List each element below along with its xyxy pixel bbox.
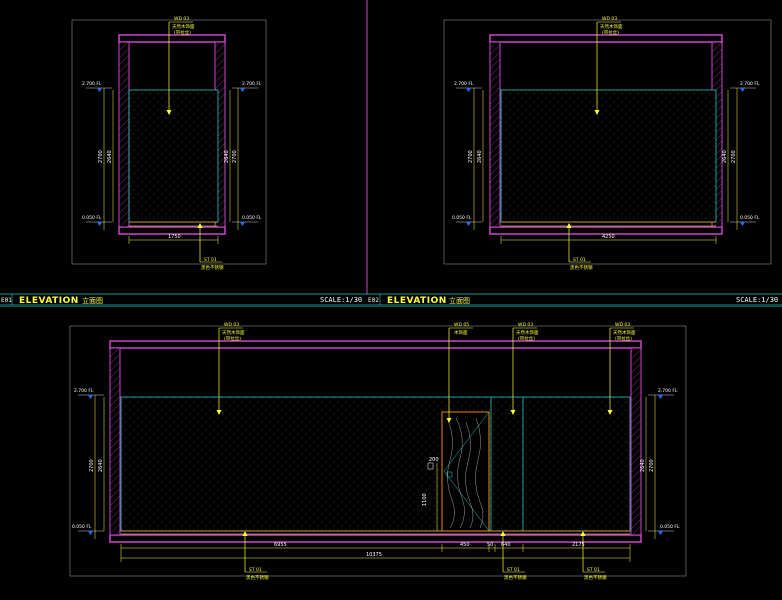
dim-1-width: 1750 [168, 234, 181, 240]
level-1-top-left: 2.700 FL [82, 81, 102, 87]
elevation-3: WD 03 天然木饰面 (带拉丝) WD 05 木饰面 WD 03 天然木饰面 … [69, 322, 687, 581]
tag-text-1-floor: 黑色不锈钢 [201, 264, 224, 271]
floor-band-3 [109, 534, 642, 543]
title-cn-e02: 立面图 [449, 296, 470, 305]
level-3-bottom-right: 0.050 FL [660, 524, 680, 530]
dim-3-total: 10375 [366, 552, 382, 558]
cad-elevation-drawing: E01 ELEVATION 立面图 SCALE:1/30 E02 ELEVATI… [0, 0, 782, 581]
tag-code-3-3: WD 03 [518, 322, 533, 328]
tag-text-3-floor-3: 黑色不锈钢 [584, 574, 607, 581]
dim-1-outer-left: 2700 [98, 150, 104, 163]
tag-text-2-floor: 黑色不锈钢 [570, 264, 593, 271]
dim-3-inner-right: 2640 [640, 459, 646, 472]
ceiling-band-3 [109, 340, 642, 349]
level-3-top-right: 2.700 FL [658, 388, 678, 394]
level-1-bottom-right: 0.050 FL [242, 215, 262, 221]
dim-3-seg-4: 640 [501, 542, 511, 548]
tag-code-1-floor: ST 01 [204, 257, 217, 263]
wall-left-1 [118, 41, 130, 228]
ceiling-band-2 [489, 34, 723, 43]
dim-2-inner-left: 2640 [477, 150, 483, 163]
tag-text-3-1b: (带拉丝) [224, 335, 241, 342]
ceiling-band-1 [118, 34, 226, 43]
wall-left-3 [109, 347, 121, 536]
tag-code-3-1: WD 03 [224, 322, 239, 328]
dim-3-door-small: 200 [429, 457, 439, 463]
tag-code-2-floor: ST 01 [573, 257, 586, 263]
level-3-bottom-left: 0.050 FL [72, 524, 92, 530]
dim-3-outer-left: 2700 [89, 459, 95, 472]
title-code-e02: E02 [368, 297, 379, 304]
title-scale-e01: SCALE:1/30 [320, 296, 362, 304]
tag-code-3-floor-1: ST 01 [249, 567, 262, 573]
dim-2-inner-right: 2640 [722, 150, 728, 163]
tag-text-1-ceiling: 天然木饰面 [172, 23, 195, 30]
level-2-bottom-right: 0.050 FL [740, 215, 760, 221]
dim-2-outer-left: 2700 [468, 150, 474, 163]
wall-left-2 [489, 41, 501, 228]
tag-code-3-2: WD 05 [454, 322, 469, 328]
floor-band-1 [118, 226, 226, 235]
tag-text-3-floor-2: 黑色不锈钢 [504, 574, 527, 581]
dim-3-outer-right: 2700 [649, 459, 655, 472]
tag-text-2-ceiling: 天然木饰面 [600, 23, 623, 30]
dim-1-inner-right: 2640 [224, 150, 230, 163]
level-2-top-right: 2.700 FL [740, 81, 760, 87]
title-elevation-e02: ELEVATION [387, 296, 447, 306]
panel-2 [500, 89, 717, 223]
panel-3 [120, 396, 631, 532]
door [441, 411, 490, 532]
dim-2-outer-right: 2700 [731, 150, 737, 163]
wall-right-3 [630, 347, 642, 536]
level-3-top-left: 2.700 FL [74, 388, 94, 394]
elevation-2: WD 03 天然木饰面 (带拉丝) ST 01 黑色不锈钢 2.700 FL 2… [443, 16, 772, 271]
dim-3-inner-left: 2640 [98, 459, 104, 472]
tag-code-1-ceiling: WD 03 [174, 16, 189, 22]
tag-code-2-ceiling: WD 03 [602, 16, 617, 22]
title-scale-e02: SCALE:1/30 [736, 296, 778, 304]
tag-text-3-2: 木饰面 [454, 329, 468, 336]
tag-text-3-3: 天然木饰面 [516, 329, 539, 336]
tag-text-3-4b: (带拉丝) [615, 335, 632, 342]
dim-3-seg-1: 6955 [274, 542, 287, 548]
tag-text-3-1: 天然木饰面 [222, 329, 245, 336]
dim-1-inner-left: 2640 [107, 150, 113, 163]
dim-3-seg-3: 50 [487, 542, 493, 548]
dim-3-seg-2: 450 [460, 542, 470, 548]
tag-code-3-4: WD 03 [615, 322, 630, 328]
tag-text-3-3b: (带拉丝) [518, 335, 535, 342]
tag-code-3-floor-2: ST 01 [507, 567, 520, 573]
floor-band-2 [489, 226, 723, 235]
tag-text-3-4: 天然木饰面 [613, 329, 636, 336]
tag-text-1-ceiling-2: (带拉丝) [174, 29, 191, 36]
title-code-e01: E01 [1, 297, 12, 304]
level-2-top-left: 2.700 FL [454, 81, 474, 87]
dim-1-outer-right: 2700 [232, 150, 238, 163]
tag-code-3-floor-3: ST 01 [587, 567, 600, 573]
panel-1 [128, 89, 219, 223]
level-1-bottom-left: 0.050 FL [82, 215, 102, 221]
tag-text-2-ceiling-2: (带拉丝) [602, 29, 619, 36]
title-cn-e01: 立面图 [82, 296, 103, 305]
elevation-1: WD 03 天然木饰面 (带拉丝) ST 01 黑色不锈钢 2.700 FL 2… [71, 16, 267, 271]
dim-3-seg-5: 2175 [572, 542, 585, 548]
level-1-top-right: 2.700 FL [242, 81, 262, 87]
level-2-bottom-left: 0.050 FL [452, 215, 472, 221]
tag-text-3-floor-1: 黑色不锈钢 [246, 574, 269, 581]
title-elevation-e01: ELEVATION [19, 296, 79, 306]
dim-3-door-height: 1100 [422, 493, 428, 506]
dim-2-width: 4250 [602, 234, 615, 240]
